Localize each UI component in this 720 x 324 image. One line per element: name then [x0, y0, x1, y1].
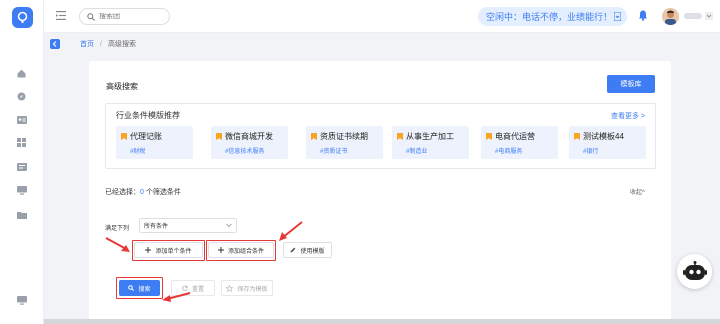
save-as-template-button[interactable]: 保存为模板 [221, 280, 273, 296]
top-bar: 空闲中：电话不停，业绩能行！ [44, 0, 720, 33]
star-icon [226, 284, 234, 292]
plus-icon [145, 247, 152, 253]
bookmark-icon [121, 133, 127, 140]
template-library-button[interactable]: 模板库 [607, 75, 655, 93]
bookmark-icon [397, 133, 403, 140]
save-template-label: 保存为模板 [237, 286, 268, 293]
compass-icon[interactable] [16, 91, 27, 102]
template-card-name: 代理记账 [130, 132, 162, 141]
robot-icon [682, 260, 707, 280]
grid-icon[interactable] [16, 137, 27, 148]
contact-card-icon[interactable] [16, 114, 27, 125]
template-card-tag: #财税 [130, 149, 146, 155]
add-group-label: 添加组合条件 [227, 248, 264, 255]
template-card-name: 从事生产加工 [406, 132, 454, 141]
bell-icon[interactable] [638, 10, 648, 23]
horizontal-scrollbar[interactable] [44, 319, 720, 324]
use-template-label: 使用模版 [300, 248, 325, 255]
collapse-toggle[interactable]: 收起^ [630, 187, 645, 196]
global-search[interactable] [79, 8, 170, 25]
use-template-button[interactable]: 使用模版 [283, 242, 332, 258]
chevron-down-icon [226, 223, 232, 228]
match-mode-value: 所有条件 [144, 224, 169, 230]
user-name-placeholder[interactable] [684, 13, 702, 19]
settings-monitor-icon[interactable] [16, 295, 27, 306]
template-card-tag: #资质证书 [320, 149, 348, 155]
template-card[interactable]: 微信商城开发 #信息技术服务 [211, 126, 288, 159]
advanced-search-panel: 高级搜索 模板库 行业条件模版推荐 查看更多 > 代理记账 #财税 微信商城开发… [89, 61, 671, 319]
plus-icon [217, 247, 224, 253]
annotation-arrow [162, 292, 191, 302]
reset-label: 重置 [191, 286, 204, 293]
breadcrumb-current: 高级搜索 [107, 41, 136, 48]
bookmark-icon [574, 133, 580, 140]
match-mode-select[interactable]: 所有条件 [139, 218, 237, 233]
add-group-condition-button[interactable]: 添加组合条件 [208, 242, 274, 258]
selected-conditions-summary: 已经选择：0 个筛选条件 [105, 187, 181, 197]
search-icon [87, 12, 95, 21]
menu-toggle-icon[interactable] [56, 11, 66, 22]
template-card[interactable]: 资质证书续期 #资质证书 [306, 126, 383, 159]
bookmark-icon [216, 133, 222, 140]
see-more-link[interactable]: 查看更多 > [611, 111, 645, 121]
breadcrumb-separator: / [100, 40, 102, 48]
breadcrumb: 首页 / 高级搜索 [50, 38, 136, 50]
back-button[interactable] [50, 39, 60, 49]
search-label: 搜索 [138, 286, 151, 293]
selected-label: 已经选择： [105, 189, 140, 196]
template-card-name: 资质证书续期 [320, 132, 368, 141]
breadcrumb-home-link[interactable]: 首页 [80, 39, 94, 49]
robot-assistant-button[interactable] [677, 254, 712, 289]
bookmark-icon [311, 133, 317, 140]
chevron-down-icon[interactable] [705, 12, 713, 22]
recommend-title: 行业条件模版推荐 [116, 111, 180, 120]
id-card-icon[interactable] [16, 161, 27, 172]
page-title: 高级搜索 [106, 82, 138, 91]
template-card-name: 测试模板44 [583, 132, 624, 141]
avatar[interactable] [662, 8, 679, 25]
template-card-name: 电商代运营 [495, 132, 535, 141]
template-card-tag: #制造业 [406, 149, 428, 155]
satisfy-label: 满足下列 [105, 226, 130, 232]
annotation-arrow [105, 237, 130, 252]
sidebar [0, 0, 44, 324]
annotation-arrow [279, 221, 303, 241]
selected-suffix: 个筛选条件 [143, 189, 181, 196]
add-single-label: 添加单个条件 [155, 248, 192, 255]
template-card-tag: #银行 [583, 149, 599, 155]
home-icon[interactable] [16, 68, 27, 79]
template-card[interactable]: 测试模板44 #银行 [569, 126, 646, 159]
status-text: 空闲中：电话不停，业绩能行！ [486, 12, 613, 22]
industry-template-recommendations: 行业条件模版推荐 查看更多 > 代理记账 #财税 微信商城开发 #信息技术服务 … [105, 103, 656, 169]
edit-icon [290, 247, 296, 253]
arrow-left-icon [52, 41, 57, 47]
template-card-tag: #信息技术服务 [225, 149, 265, 155]
status-toggle-icon [614, 12, 621, 21]
app-logo[interactable] [12, 7, 33, 28]
monitor-icon[interactable] [16, 185, 27, 196]
add-single-condition-button[interactable]: 添加单个条件 [134, 242, 203, 258]
search-button[interactable]: 搜索 [119, 280, 160, 296]
bookmark-icon [486, 133, 492, 140]
template-card-tag: #电商服务 [495, 149, 523, 155]
template-card[interactable]: 从事生产加工 #制造业 [392, 126, 469, 159]
template-card[interactable]: 电商代运营 #电商服务 [481, 126, 558, 159]
search-icon [128, 285, 135, 291]
template-card-name: 微信商城开发 [225, 132, 273, 141]
template-card[interactable]: 代理记账 #财税 [116, 126, 193, 159]
call-status-dropdown[interactable]: 空闲中：电话不停，业绩能行！ [478, 7, 627, 26]
folder-icon[interactable] [16, 209, 27, 220]
search-input[interactable] [99, 13, 159, 20]
